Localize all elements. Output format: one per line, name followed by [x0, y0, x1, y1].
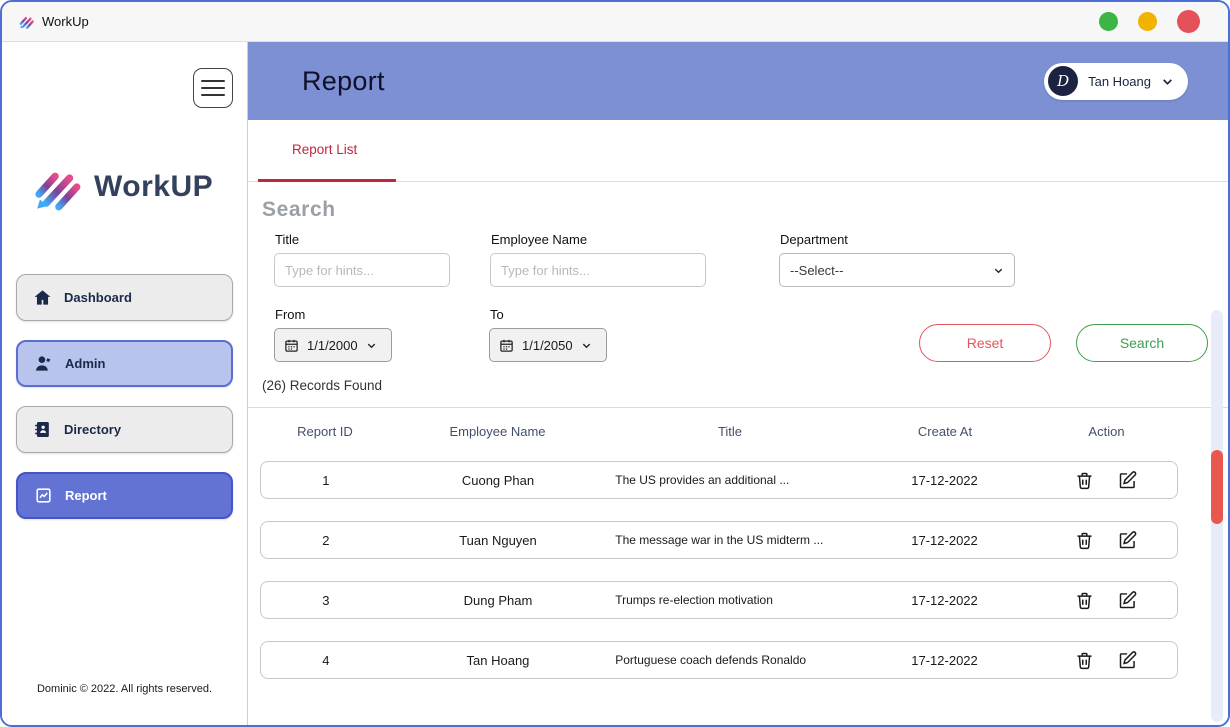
column-header-title: Title	[717, 424, 743, 439]
table-row: 1 Cuong Phan The US provides an addition…	[260, 461, 1178, 499]
search-button[interactable]: Search	[1076, 324, 1208, 362]
cell-employee-name: Tan Hoang	[466, 652, 530, 668]
calendar-icon	[499, 338, 514, 353]
report-chart-icon	[34, 486, 53, 505]
to-label: To	[490, 307, 504, 322]
column-header-action: Action	[1088, 424, 1125, 439]
edit-icon[interactable]	[1117, 650, 1138, 671]
column-header-employee-name: Employee Name	[449, 424, 546, 439]
app-window: WorkUp WorkUP Dashboard Admin Directory …	[0, 0, 1230, 727]
search-fields-row-2: From 1/1/2000 To 1/1/2050 Reset Search	[262, 307, 1208, 362]
copyright-text: Dominic © 2022. All rights reserved.	[36, 683, 212, 695]
records-count: (26) Records Found	[248, 378, 1228, 408]
page-header: Report D Tan Hoang	[248, 42, 1228, 120]
tabbar: Report List	[248, 120, 1228, 182]
user-name: Tan Hoang	[1088, 73, 1151, 89]
column-header-create-at: Create At	[917, 424, 973, 439]
sidebar-item-directory[interactable]: Directory	[16, 406, 233, 453]
delete-icon[interactable]	[1074, 590, 1095, 611]
department-select-value: --Select--	[790, 262, 844, 278]
title-label: Title	[275, 232, 300, 247]
cell-create-at: 17-12-2022	[911, 592, 978, 608]
cell-employee-name: Tuan Nguyen	[459, 532, 537, 548]
search-section: Search Title Employee Name Department --…	[248, 182, 1228, 362]
vertical-scrollbar[interactable]	[1211, 310, 1223, 722]
cell-report-id: 3	[322, 592, 330, 608]
chevron-down-icon	[366, 340, 377, 351]
sidebar: WorkUP Dashboard Admin Directory Report …	[2, 42, 248, 725]
table-row: 2 Tuan Nguyen The message war in the US …	[260, 521, 1178, 559]
department-label: Department	[780, 232, 848, 247]
cell-title: The message war in the US midterm ...	[615, 533, 824, 547]
to-date-value: 1/1/2050	[522, 337, 573, 353]
workup-logo-icon	[30, 160, 84, 214]
employee-name-label: Employee Name	[491, 232, 588, 247]
employee-name-input[interactable]	[490, 253, 706, 287]
tab-report-list[interactable]: Report List	[292, 142, 357, 157]
department-select[interactable]: --Select--	[779, 253, 1015, 287]
edit-icon[interactable]	[1117, 590, 1138, 611]
home-icon	[33, 288, 52, 307]
window-minimize-button[interactable]	[1099, 12, 1118, 31]
table-row: 4 Tan Hoang Portuguese coach defends Ron…	[260, 641, 1178, 679]
workup-logo-text: WorkUP	[94, 170, 214, 203]
chevron-down-icon	[993, 265, 1004, 276]
chevron-down-icon	[581, 340, 592, 351]
person-icon	[34, 354, 53, 373]
window-title: WorkUp	[42, 14, 89, 29]
titlebar: WorkUp	[2, 2, 1228, 42]
window-restore-button[interactable]	[1138, 12, 1157, 31]
cell-create-at: 17-12-2022	[911, 652, 978, 668]
chevron-down-icon	[1161, 75, 1174, 88]
from-date-picker[interactable]: 1/1/2000	[274, 328, 392, 362]
calendar-icon	[284, 338, 299, 353]
page-title: Report	[302, 65, 385, 96]
to-date-picker[interactable]: 1/1/2050	[489, 328, 607, 362]
edit-icon[interactable]	[1117, 530, 1138, 551]
cell-report-id: 2	[322, 532, 330, 548]
title-input[interactable]	[274, 253, 450, 287]
table-row: 3 Dung Pham Trumps re-election motivatio…	[260, 581, 1178, 619]
edit-icon[interactable]	[1117, 470, 1138, 491]
scrollbar-thumb[interactable]	[1211, 450, 1223, 524]
sidebar-item-label: Report	[65, 488, 107, 503]
cell-create-at: 17-12-2022	[911, 532, 978, 548]
cell-create-at: 17-12-2022	[911, 472, 978, 488]
cell-report-id: 4	[322, 652, 330, 668]
sidebar-item-dashboard[interactable]: Dashboard	[16, 274, 233, 321]
sidebar-item-label: Dashboard	[64, 290, 132, 305]
sidebar-item-report[interactable]: Report	[16, 472, 233, 519]
cell-report-id: 1	[322, 472, 330, 488]
cell-employee-name: Dung Pham	[463, 592, 533, 608]
window-close-button[interactable]	[1177, 10, 1200, 33]
delete-icon[interactable]	[1074, 470, 1095, 491]
from-label: From	[275, 307, 306, 322]
search-fields-row-1: Title Employee Name Department --Select-…	[262, 232, 1208, 287]
user-menu[interactable]: D Tan Hoang	[1044, 62, 1188, 100]
sidebar-item-admin[interactable]: Admin	[16, 340, 233, 387]
column-header-report-id: Report ID	[297, 424, 353, 439]
cell-employee-name: Cuong Phan	[461, 472, 535, 488]
menu-toggle-button[interactable]	[193, 68, 233, 108]
reset-button[interactable]: Reset	[919, 324, 1051, 362]
app-logo-icon	[18, 13, 35, 30]
from-date-value: 1/1/2000	[307, 337, 358, 353]
sidebar-nav: Dashboard Admin Directory Report	[16, 274, 233, 519]
sidebar-item-label: Admin	[65, 356, 106, 371]
contacts-book-icon	[33, 420, 52, 439]
delete-icon[interactable]	[1074, 530, 1095, 551]
delete-icon[interactable]	[1074, 650, 1095, 671]
table-header: Report ID Employee Name Title Create At …	[260, 424, 1228, 439]
tab-active-indicator	[258, 179, 396, 182]
search-heading: Search	[262, 198, 336, 221]
cell-title: Portuguese coach defends Ronaldo	[615, 653, 807, 667]
main-content: Report D Tan Hoang Report List Search Ti…	[248, 42, 1228, 725]
sidebar-item-label: Directory	[64, 422, 122, 437]
avatar: D	[1048, 66, 1079, 96]
cell-title: The US provides an additional ...	[615, 473, 790, 487]
report-table: Report ID Employee Name Title Create At …	[248, 424, 1228, 679]
brand: WorkUP	[30, 160, 213, 214]
cell-title: Trumps re-election motivation	[615, 593, 773, 607]
